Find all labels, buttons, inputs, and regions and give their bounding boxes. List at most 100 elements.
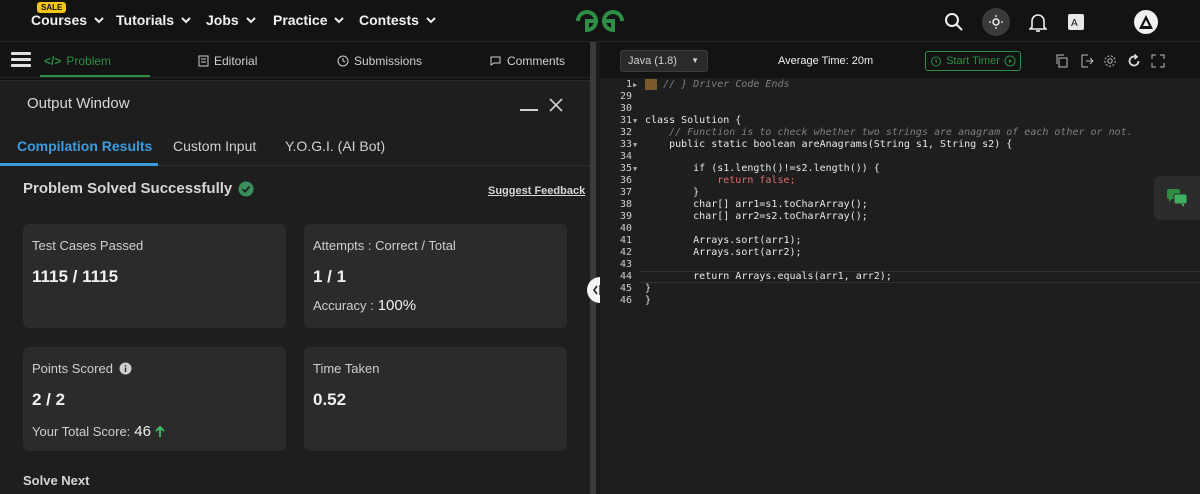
check-circle-icon [238,181,254,196]
code-editor[interactable]: 1 29 30 31 32 33 34 35 36 37 38 39 40 41… [600,78,1200,494]
line-number: 36 [619,175,632,186]
editor-toolbar: Java (1.8) ▼ Average Time: 20m Start Tim… [600,42,1200,78]
search-icon[interactable] [940,8,968,36]
line-number: 34 [619,151,632,162]
tab-yogi-ai-bot[interactable]: Y.O.G.I. (AI Bot) [285,138,385,154]
tab-custom-input[interactable]: Custom Input [173,138,256,154]
line-number: 43 [619,259,632,270]
chevron-down-icon [94,17,104,24]
line-number: 41 [619,235,632,246]
line-number: 32 [619,127,632,138]
line-number: 30 [619,103,632,114]
attempts-label: Attempts : Correct / Total [313,238,456,253]
accuracy-row: Accuracy : 100% [313,297,416,314]
nav-practice-label: Practice [273,12,328,28]
bell-icon[interactable] [1024,8,1052,36]
alarm-icon [931,56,942,67]
chevron-down-icon [181,17,191,24]
average-time: Average Time: 20m [778,55,874,67]
document-icon [198,55,209,67]
nav-contests[interactable]: Contests [359,12,437,28]
reset-icon[interactable] [1127,54,1141,68]
accuracy-value: 100% [377,297,417,314]
tab-problem[interactable]: </> Problem [44,54,111,68]
code-line: } [645,283,652,294]
theme-toggle-icon[interactable] [982,8,1010,36]
code-line: // Function is to check whether two stri… [645,127,1133,138]
line-number: 45 [619,283,632,294]
tab-editorial[interactable]: Editorial [198,54,257,68]
result-status-text: Problem Solved Successfully [23,180,233,197]
info-icon[interactable] [119,362,132,375]
time-taken-value: 0.52 [313,390,347,409]
output-window: Output Window Compilation Results Custom… [0,80,590,494]
problem-tabbar: </> Problem Editorial Submissions Commen… [0,42,590,78]
line-number: 37 [619,187,632,198]
code-line: return false; [645,175,796,186]
fullscreen-icon[interactable] [1151,54,1165,68]
code-line: char[] arr1=s1.toCharArray(); [645,199,868,210]
code-line: char[] arr2=s2.toCharArray(); [645,211,868,222]
time-taken-label: Time Taken [313,361,380,376]
fold-arrow-icon[interactable]: ▼ [633,115,637,127]
gear-icon[interactable] [1103,54,1117,68]
fold-arrow-icon[interactable]: ▶ [633,79,637,91]
code-line: } [645,187,700,198]
output-tab-indicator [0,163,158,166]
tab-compilation-results[interactable]: Compilation Results [17,138,152,154]
fold-arrow-icon[interactable]: ▼ [633,139,637,151]
line-number: 46 [619,295,632,306]
code-line-text: // } Driver Code Ends [663,79,790,90]
translate-icon[interactable]: A [1062,8,1090,36]
nav-courses[interactable]: Courses [31,12,105,28]
total-score-row: Your Total Score: 46 [32,423,165,440]
top-nav: SALE Courses Tutorials Jobs Practice Con… [0,0,1200,42]
avatar[interactable] [1132,8,1160,36]
nav-tutorials[interactable]: Tutorials [116,12,192,28]
start-timer-button[interactable]: Start Timer [925,51,1021,71]
arrow-up-icon [155,425,165,437]
attempts-value: 1 / 1 [313,267,347,286]
play-circle-icon [1004,55,1016,67]
tab-submissions[interactable]: Submissions [337,54,422,68]
total-score-label: Your Total Score: [32,424,131,439]
language-select[interactable]: Java (1.8) ▼ [620,50,708,72]
code-icon: </> [44,54,62,68]
line-number: 38 [619,199,632,210]
code-line: if (s1.length()!=s2.length()) { [645,163,880,174]
line-number: 1 [625,79,632,90]
output-window-header: Output Window [0,81,590,126]
gfg-logo[interactable] [572,8,628,34]
line-number: 29 [619,91,632,102]
code-line: } [645,295,652,306]
minimize-icon[interactable] [520,109,538,111]
nav-jobs[interactable]: Jobs [206,12,257,28]
points-card: Points Scored 2 / 2 Your Total Score: 46 [23,347,286,451]
active-tab-indicator [40,75,150,77]
tab-problem-label: Problem [66,54,112,68]
accuracy-label: Accuracy : [313,298,374,313]
start-timer-label: Start Timer [946,55,1000,67]
close-icon[interactable] [548,97,564,113]
attempts-card: Attempts : Correct / Total 1 / 1 Accurac… [304,224,567,328]
suggest-feedback-link[interactable]: Suggest Feedback [488,185,585,197]
chat-icon[interactable] [1154,176,1200,220]
points-label-row: Points Scored [32,361,132,376]
points-label: Points Scored [32,361,113,376]
line-number: 40 [619,223,632,234]
language-value: Java (1.8) [628,55,677,67]
panel-splitter[interactable] [590,42,600,494]
code-line: class Solution { [645,115,742,126]
nav-tutorials-label: Tutorials [116,12,175,28]
export-icon[interactable] [1080,54,1094,68]
code-line: return Arrays.equals(arr1, arr2); [645,271,892,282]
copy-icon[interactable] [1055,54,1069,68]
menu-icon[interactable] [11,52,31,68]
fold-arrow-icon[interactable]: ▼ [633,163,637,175]
caret-down-icon: ▼ [691,56,699,65]
tab-comments[interactable]: Comments [489,54,565,68]
nav-practice[interactable]: Practice [273,12,345,28]
svg-text:A: A [1071,18,1078,29]
code-line: Arrays.sort(arr1); [645,235,802,246]
chevron-down-icon [334,17,345,24]
